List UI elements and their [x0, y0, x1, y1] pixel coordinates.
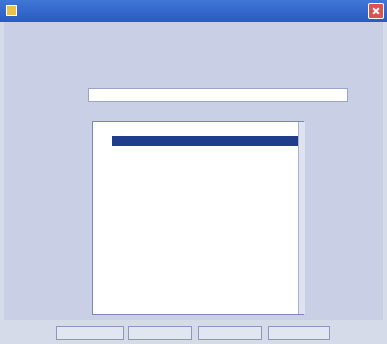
list-row[interactable]: [112, 206, 298, 216]
list-row[interactable]: [112, 236, 298, 246]
search-input[interactable]: [88, 88, 348, 102]
list-row[interactable]: [112, 156, 298, 166]
list-row[interactable]: [112, 226, 298, 236]
list-row[interactable]: [112, 286, 298, 296]
list-row[interactable]: [112, 276, 298, 286]
list-row[interactable]: [112, 256, 298, 266]
dialog-button-2[interactable]: [128, 326, 192, 340]
list-row[interactable]: [112, 176, 298, 186]
list-row[interactable]: [112, 216, 298, 226]
list-scrollbar[interactable]: [298, 122, 305, 314]
app-icon: [6, 5, 17, 16]
dialog-button-1[interactable]: [56, 326, 124, 340]
dialog-window: [0, 0, 387, 344]
dialog-button-3[interactable]: [198, 326, 262, 340]
list-row[interactable]: [112, 266, 298, 276]
list-row[interactable]: [112, 246, 298, 256]
list-row[interactable]: [112, 136, 298, 146]
list-row[interactable]: [112, 296, 298, 306]
list-row[interactable]: [112, 186, 298, 196]
list-row[interactable]: [112, 146, 298, 156]
dialog-button-4[interactable]: [268, 326, 330, 340]
list-row[interactable]: [112, 196, 298, 206]
title-bar[interactable]: [0, 0, 387, 22]
close-button[interactable]: [368, 3, 384, 19]
list-row[interactable]: [112, 166, 298, 176]
